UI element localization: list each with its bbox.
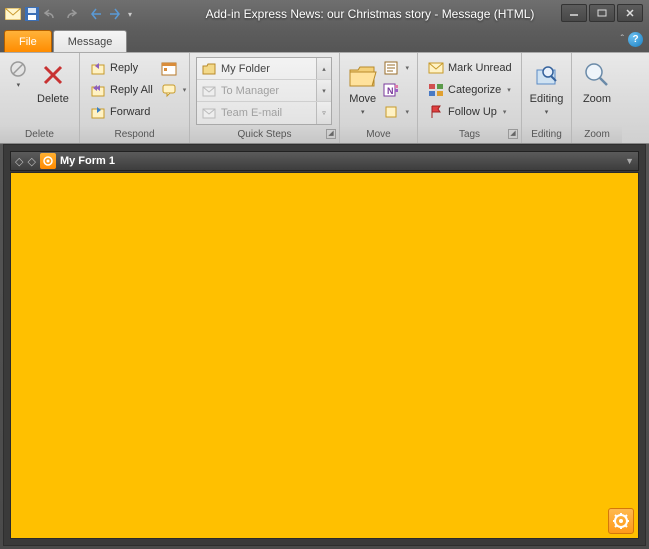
reply-all-button[interactable]: Reply All — [86, 79, 157, 101]
collapse-ribbon-icon[interactable]: ˆ — [621, 34, 624, 45]
svg-text:N: N — [387, 86, 394, 96]
junk-split-button[interactable]: ▾ — [6, 55, 31, 89]
im-icon — [161, 82, 177, 98]
rules-icon — [383, 60, 399, 76]
actions-icon — [383, 104, 399, 120]
editing-button[interactable]: Editing▾ — [528, 55, 565, 119]
folder-move-icon — [201, 61, 217, 77]
to-manager-icon — [201, 83, 217, 99]
reading-pane: ◇ ◇ My Form 1 ▼ — [3, 144, 646, 546]
follow-up-button[interactable]: Follow Up▾ — [424, 101, 516, 123]
actions-button[interactable]: ▾ — [381, 101, 411, 123]
ribbon: ▾ Delete Delete Reply Reply All — [0, 52, 649, 144]
reply-button[interactable]: Reply — [86, 57, 157, 79]
move-button[interactable]: Move▾ — [346, 55, 379, 119]
form-gear-icon — [40, 153, 56, 169]
ribbon-tabs: File Message ˆ ? — [0, 28, 649, 52]
form-menu-icon[interactable]: ▼ — [625, 156, 634, 166]
group-label-respond: Respond — [80, 127, 189, 143]
form-nav-next-icon[interactable]: ◇ — [27, 155, 35, 168]
group-quick-steps: My Folder ▴ To Manager ▾ Team E-mail ▿ Q… — [190, 53, 340, 143]
settings-gear-button[interactable] — [608, 508, 634, 534]
mark-unread-button[interactable]: Mark Unread — [424, 57, 516, 79]
group-zoom: Zoom Zoom — [572, 53, 622, 143]
group-label-quick-steps: Quick Steps◢ — [190, 127, 339, 143]
quick-step-my-folder[interactable]: My Folder ▴ — [197, 58, 331, 80]
group-tags: Mark Unread Categorize▾ Follow Up▾ Tags◢ — [418, 53, 522, 143]
group-label-editing: Editing — [522, 127, 571, 143]
zoom-icon — [581, 59, 613, 91]
group-label-tags: Tags◢ — [418, 127, 521, 143]
categorize-button[interactable]: Categorize▾ — [424, 79, 516, 101]
group-delete: ▾ Delete Delete — [0, 53, 80, 143]
flag-icon — [428, 104, 444, 120]
quick-steps-gallery[interactable]: My Folder ▴ To Manager ▾ Team E-mail ▿ — [196, 57, 332, 125]
team-email-icon — [201, 105, 217, 121]
meeting-icon — [161, 60, 177, 76]
delete-button[interactable]: Delete — [33, 55, 73, 105]
previous-item-icon[interactable] — [87, 5, 105, 23]
reply-all-icon — [90, 82, 106, 98]
find-icon — [531, 59, 563, 91]
quick-access-toolbar: ▾ — [4, 5, 135, 23]
qat-dropdown-icon[interactable]: ▾ — [125, 5, 135, 23]
group-editing: Editing▾ Editing — [522, 53, 572, 143]
form-header: ◇ ◇ My Form 1 ▼ — [10, 151, 639, 171]
forward-button[interactable]: Forward — [86, 101, 157, 123]
move-icon — [347, 59, 379, 91]
meeting-button[interactable] — [159, 57, 189, 79]
zoom-button[interactable]: Zoom — [578, 55, 616, 105]
envelope-icon[interactable] — [4, 5, 22, 23]
gear-icon — [612, 512, 630, 530]
quick-step-team-email[interactable]: Team E-mail ▿ — [197, 102, 331, 124]
redo-icon[interactable] — [61, 5, 79, 23]
mark-unread-icon — [428, 60, 444, 76]
forward-icon — [90, 104, 106, 120]
form-body — [10, 172, 639, 539]
more-respond-button[interactable]: ▾ — [159, 79, 189, 101]
quick-step-to-manager[interactable]: To Manager ▾ — [197, 80, 331, 102]
tags-dialog-launcher[interactable]: ◢ — [508, 129, 518, 139]
group-label-delete: Delete — [0, 127, 79, 143]
save-icon[interactable] — [23, 5, 41, 23]
group-label-zoom: Zoom — [572, 127, 622, 143]
categorize-icon — [428, 82, 444, 98]
next-item-icon[interactable] — [106, 5, 124, 23]
undo-icon[interactable] — [42, 5, 60, 23]
quick-steps-dialog-launcher[interactable]: ◢ — [326, 129, 336, 139]
form-nav-prev-icon[interactable]: ◇ — [15, 155, 23, 168]
onenote-button[interactable]: N — [381, 79, 411, 101]
maximize-button[interactable] — [589, 4, 615, 22]
tab-message[interactable]: Message — [53, 30, 128, 52]
minimize-button[interactable] — [561, 4, 587, 22]
onenote-icon: N — [383, 82, 399, 98]
group-label-move: Move — [340, 127, 417, 143]
help-icon[interactable]: ? — [628, 32, 643, 47]
form-title: My Form 1 — [60, 155, 115, 167]
title-bar: ▾ Add-in Express News: our Christmas sto… — [0, 0, 649, 28]
reply-icon — [90, 60, 106, 76]
tab-file[interactable]: File — [4, 30, 52, 52]
group-move: Move▾ ▾ N ▾ Move — [340, 53, 418, 143]
group-respond: Reply Reply All Forward ▾ — [80, 53, 190, 143]
rules-button[interactable]: ▾ — [381, 57, 411, 79]
delete-icon — [37, 59, 69, 91]
close-button[interactable] — [617, 4, 643, 22]
